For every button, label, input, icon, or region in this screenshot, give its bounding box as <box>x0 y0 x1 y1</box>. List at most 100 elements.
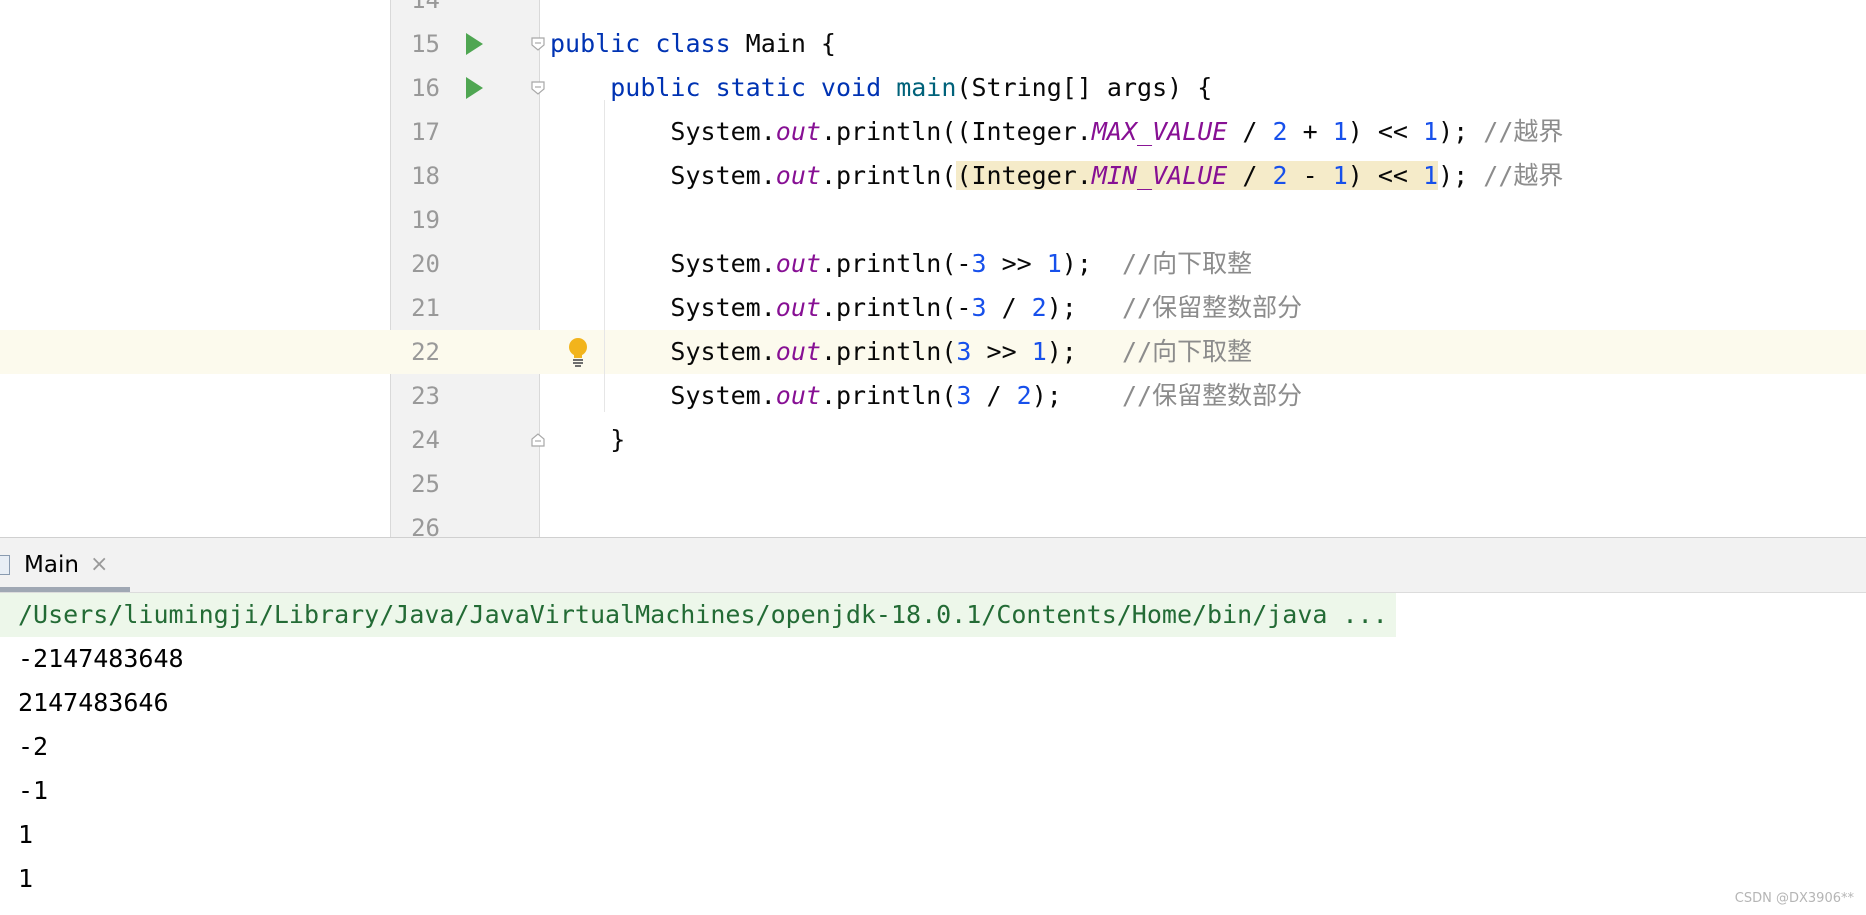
code-line[interactable]: 14 <box>0 0 1866 22</box>
console-command-line[interactable]: /Users/liumingji/Library/Java/JavaVirtua… <box>0 593 1396 637</box>
code-token: 2 <box>1016 381 1032 410</box>
code-token: MIN_VALUE <box>1091 161 1228 190</box>
code-token: .println( <box>820 381 957 410</box>
code-line[interactable]: 24 } <box>0 418 1866 462</box>
code-token: System. <box>550 117 776 146</box>
close-icon[interactable]: × <box>90 538 108 592</box>
code-token: .println(- <box>820 293 972 322</box>
tab-active-indicator <box>0 587 130 592</box>
run-tab-bar: Main × <box>0 538 1866 593</box>
run-panel: Main × /Users/liumingji/Library/Java/Jav… <box>0 537 1866 915</box>
code-text[interactable]: public static void main(String[] args) { <box>550 66 1212 110</box>
line-number: 15 <box>411 30 440 58</box>
code-token: ) << <box>1347 117 1424 146</box>
code-text[interactable]: } <box>550 418 625 462</box>
code-text[interactable]: System.out.println(3 / 2); //保留整数部分 <box>550 374 1302 418</box>
code-token: main <box>896 73 957 102</box>
code-token: ); <box>1438 161 1484 190</box>
code-text[interactable]: public class Main { <box>550 22 836 66</box>
code-text[interactable]: System.out.println(-3 >> 1); //向下取整 <box>550 242 1252 286</box>
code-token: 1 <box>1423 117 1439 146</box>
console-output-line: -1 <box>18 776 49 805</box>
run-tab-label: Main <box>24 552 79 578</box>
fold-marker-icon[interactable] <box>530 36 546 52</box>
code-token: ); <box>1031 381 1122 410</box>
code-token: 1 <box>1031 337 1047 366</box>
code-token: System. <box>550 381 776 410</box>
line-number: 16 <box>411 74 440 102</box>
console-output[interactable]: /Users/liumingji/Library/Java/JavaVirtua… <box>0 593 1866 915</box>
code-token: (String[] args) { <box>956 73 1213 102</box>
code-line[interactable]: 25 <box>0 462 1866 506</box>
code-line[interactable]: 15 public class Main { <box>0 22 1866 66</box>
code-token: 1 <box>1423 161 1439 190</box>
code-token: //越界 <box>1483 161 1564 190</box>
watermark: CSDN @DX3906** <box>1734 891 1854 906</box>
code-line[interactable]: 18 System.out.println((Integer.MIN_VALUE… <box>0 154 1866 198</box>
code-token: >> <box>986 249 1047 278</box>
code-line[interactable]: 19 <box>0 198 1866 242</box>
line-number: 20 <box>411 250 440 278</box>
console-output-line: 1 <box>18 820 34 849</box>
code-token: 3 <box>971 293 987 322</box>
run-triangle-icon[interactable] <box>466 33 483 55</box>
code-token: ); <box>1061 249 1123 278</box>
code-token: .println(- <box>820 249 972 278</box>
code-token: 3 <box>956 381 972 410</box>
code-line[interactable]: 16 public static void main(String[] args… <box>0 66 1866 110</box>
console-tab-icon <box>0 555 10 575</box>
code-text[interactable]: System.out.println(3 >> 1); //向下取整 <box>550 330 1252 374</box>
code-token: + <box>1287 117 1333 146</box>
code-token: //向下取整 <box>1122 337 1253 366</box>
fold-marker-icon[interactable] <box>530 432 546 448</box>
line-number: 22 <box>411 338 440 366</box>
code-token: - <box>1287 161 1333 190</box>
run-triangle-icon[interactable] <box>466 77 483 99</box>
code-token: 3 <box>971 249 987 278</box>
code-token: 2 <box>1272 117 1288 146</box>
line-number: 24 <box>411 426 440 454</box>
line-number: 23 <box>411 382 440 410</box>
line-number: 17 <box>411 118 440 146</box>
code-token: / <box>986 293 1032 322</box>
code-token: 1 <box>1332 161 1348 190</box>
code-line[interactable]: 23 System.out.println(3 / 2); //保留整数部分 <box>0 374 1866 418</box>
code-line[interactable]: 26 <box>0 506 1866 537</box>
line-number: 18 <box>411 162 440 190</box>
code-line[interactable]: 22 System.out.println(3 >> 1); //向下取整 <box>0 330 1866 374</box>
code-line[interactable]: 20 System.out.println(-3 >> 1); //向下取整 <box>0 242 1866 286</box>
code-token: 2 <box>1272 161 1288 190</box>
code-token: public static void <box>610 73 897 102</box>
code-token: System. <box>550 293 776 322</box>
code-token: out <box>775 293 821 322</box>
console-output-line: 1 <box>18 864 34 893</box>
console-output-line: -2147483648 <box>18 644 184 673</box>
line-number: 21 <box>411 294 440 322</box>
code-token: out <box>775 117 821 146</box>
code-text[interactable]: System.out.println(-3 / 2); //保留整数部分 <box>550 286 1302 330</box>
code-token: Main { <box>745 29 836 58</box>
fold-marker-icon[interactable] <box>530 80 546 96</box>
indent-guide <box>604 100 605 412</box>
line-number: 26 <box>411 514 440 537</box>
code-line[interactable]: 21 System.out.println(-3 / 2); //保留整数部分 <box>0 286 1866 330</box>
code-token: out <box>775 161 821 190</box>
code-token: out <box>775 337 821 366</box>
code-token: .println( <box>820 161 957 190</box>
code-token: .println((Integer. <box>820 117 1092 146</box>
code-token: ); <box>1046 337 1123 366</box>
line-number: 14 <box>411 0 440 14</box>
code-line[interactable]: 17 System.out.println((Integer.MAX_VALUE… <box>0 110 1866 154</box>
code-token: out <box>775 249 821 278</box>
code-token: System. <box>550 161 776 190</box>
code-text[interactable]: System.out.println((Integer.MAX_VALUE / … <box>550 110 1563 154</box>
code-token: 3 <box>956 337 972 366</box>
code-token: 2 <box>1031 293 1047 322</box>
code-text[interactable]: System.out.println((Integer.MIN_VALUE / … <box>550 154 1563 198</box>
code-token: //向下取整 <box>1122 249 1253 278</box>
console-output-line: 2147483646 <box>18 688 169 717</box>
code-token: System. <box>550 337 776 366</box>
code-editor[interactable]: 14 15 public class Main {16 public static … <box>0 0 1866 537</box>
run-tab-main[interactable]: Main × <box>0 538 130 592</box>
code-token: //保留整数部分 <box>1122 293 1303 322</box>
